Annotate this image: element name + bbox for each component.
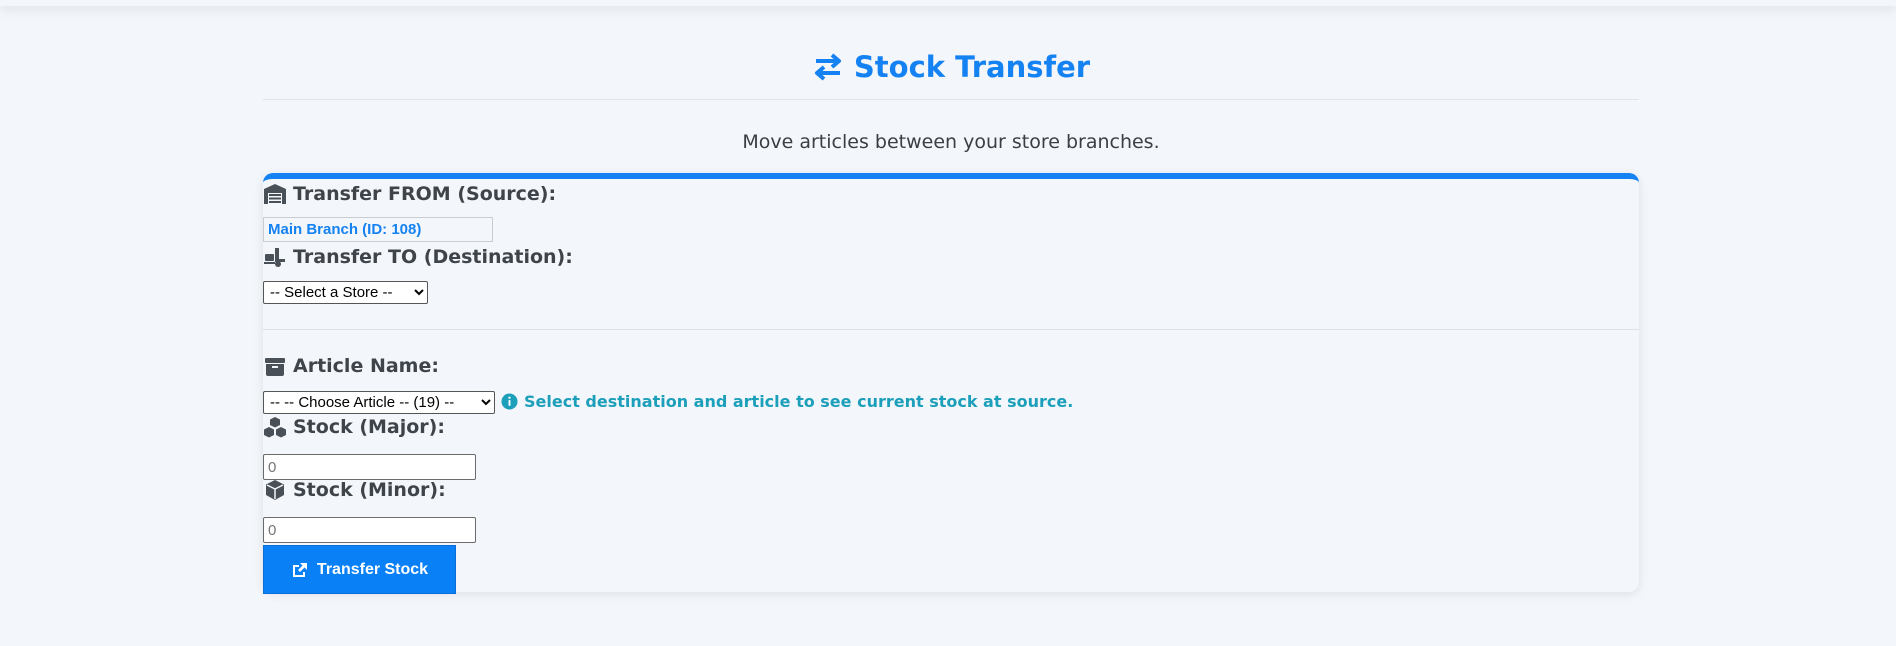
stock-minor-label-text: Stock (Minor): [293, 479, 446, 501]
stock-major-input[interactable] [263, 454, 476, 480]
article-select[interactable]: -- -- Choose Article -- (19) -- [263, 391, 495, 414]
main-container: Stock Transfer Move articles between you… [263, 0, 1639, 594]
truck-loading-icon [264, 248, 285, 267]
source-label-text: Transfer FROM (Source): [293, 183, 557, 205]
transfer-form-card: Transfer FROM (Source): Main Branch (ID:… [263, 173, 1639, 594]
cubes-icon [264, 417, 286, 438]
cube-icon [266, 480, 284, 500]
stock-minor-label: Stock (Minor): [263, 479, 446, 501]
form-section-divider [263, 329, 1639, 330]
info-circle-icon [501, 393, 518, 410]
stock-major-label: Stock (Major): [263, 416, 445, 438]
article-hint-text: Select destination and article to see cu… [524, 392, 1074, 411]
source-store-field: Main Branch (ID: 108) [263, 217, 493, 242]
box-icon [265, 358, 285, 376]
warehouse-icon [264, 184, 286, 204]
exchange-arrows-icon [814, 53, 841, 81]
destination-label-text: Transfer TO (Destination): [293, 246, 573, 268]
stock-major-label-text: Stock (Major): [293, 416, 445, 438]
destination-store-select[interactable]: -- Select a Store -- [263, 281, 428, 304]
share-square-icon [292, 562, 307, 577]
page-title-text: Stock Transfer [853, 50, 1091, 84]
title-divider [263, 99, 1639, 100]
destination-label: Transfer TO (Destination): [263, 246, 573, 268]
article-label: Article Name: [263, 355, 439, 377]
stock-minor-input[interactable] [263, 517, 476, 543]
page-subtitle: Move articles between your store branche… [742, 131, 1160, 153]
transfer-stock-button[interactable]: Transfer Stock [263, 545, 456, 594]
page-title: Stock Transfer [263, 0, 1639, 86]
source-label: Transfer FROM (Source): [263, 183, 556, 205]
article-stock-hint: Select destination and article to see cu… [501, 392, 1073, 411]
transfer-stock-button-label: Transfer Stock [316, 560, 429, 578]
article-label-text: Article Name: [293, 355, 439, 377]
